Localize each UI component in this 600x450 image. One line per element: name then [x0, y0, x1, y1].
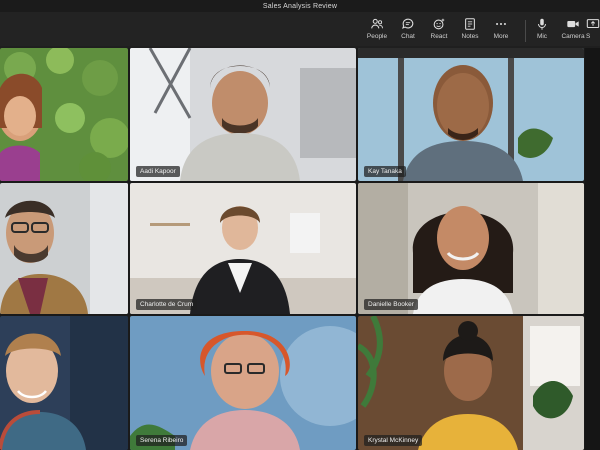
people-label: People [366, 33, 388, 40]
participant-tile[interactable]: Aadi Kapoor [130, 48, 356, 181]
camera-icon [567, 20, 579, 28]
participant-tile[interactable]: Serena Ribeiro [130, 316, 356, 450]
share-icon [586, 19, 600, 29]
people-button[interactable]: People [362, 16, 392, 44]
chat-label: Chat [401, 33, 415, 40]
video-scene [358, 183, 584, 314]
video-scene [0, 316, 128, 450]
notes-label: Notes [461, 33, 479, 40]
avatar-scene [0, 48, 128, 181]
camera-button[interactable]: Camera [558, 16, 588, 44]
people-icon [371, 18, 383, 29]
mic-label: Mic [536, 33, 548, 40]
toolbar-divider [525, 20, 526, 42]
avatar-scene [358, 316, 584, 450]
participant-tile[interactable] [0, 316, 128, 450]
participant-tile[interactable]: Krystal McKinney [358, 316, 584, 450]
more-button[interactable]: More [486, 16, 516, 44]
participant-name: Serena Ribeiro [136, 435, 188, 446]
share-button[interactable]: S [586, 16, 600, 44]
participant-name: Kay Tanaka [364, 166, 406, 177]
participant-name: Danielle Booker [364, 299, 418, 310]
participant-tile[interactable]: Kay Tanaka [358, 48, 584, 181]
participant-tile[interactable] [0, 48, 128, 181]
mic-icon [538, 18, 546, 30]
avatar-scene [130, 316, 356, 450]
notes-button[interactable]: Notes [455, 16, 485, 44]
react-label: React [430, 33, 448, 40]
video-scene [0, 183, 128, 314]
react-icon [433, 18, 445, 30]
video-grid: Aadi Kapoor Kay Tanaka Charlotte de Crum… [0, 48, 600, 450]
react-button[interactable]: React [424, 16, 454, 44]
title-bar: Sales Analysis Review [0, 0, 600, 12]
video-scene [130, 183, 356, 314]
participant-tile[interactable] [0, 183, 128, 314]
share-label: S [586, 33, 591, 40]
chat-button[interactable]: Chat [393, 16, 423, 44]
right-panel-edge [585, 48, 600, 450]
participant-name: Krystal McKinney [364, 435, 423, 446]
chat-icon [402, 18, 414, 29]
avatar-scene [358, 48, 584, 181]
notes-icon [465, 18, 475, 30]
participant-name: Aadi Kapoor [136, 166, 180, 177]
camera-label: Camera [561, 33, 585, 40]
video-scene [130, 48, 356, 181]
meeting-title: Sales Analysis Review [262, 2, 338, 10]
more-icon [496, 22, 506, 26]
mic-button[interactable]: Mic [527, 16, 557, 44]
participant-tile[interactable]: Charlotte de Crum [130, 183, 356, 314]
more-label: More [493, 33, 509, 40]
meeting-toolbar: People Chat React Notes More Mic Camera … [0, 12, 600, 46]
participant-tile[interactable]: Danielle Booker [358, 183, 584, 314]
participant-name: Charlotte de Crum [136, 299, 198, 310]
